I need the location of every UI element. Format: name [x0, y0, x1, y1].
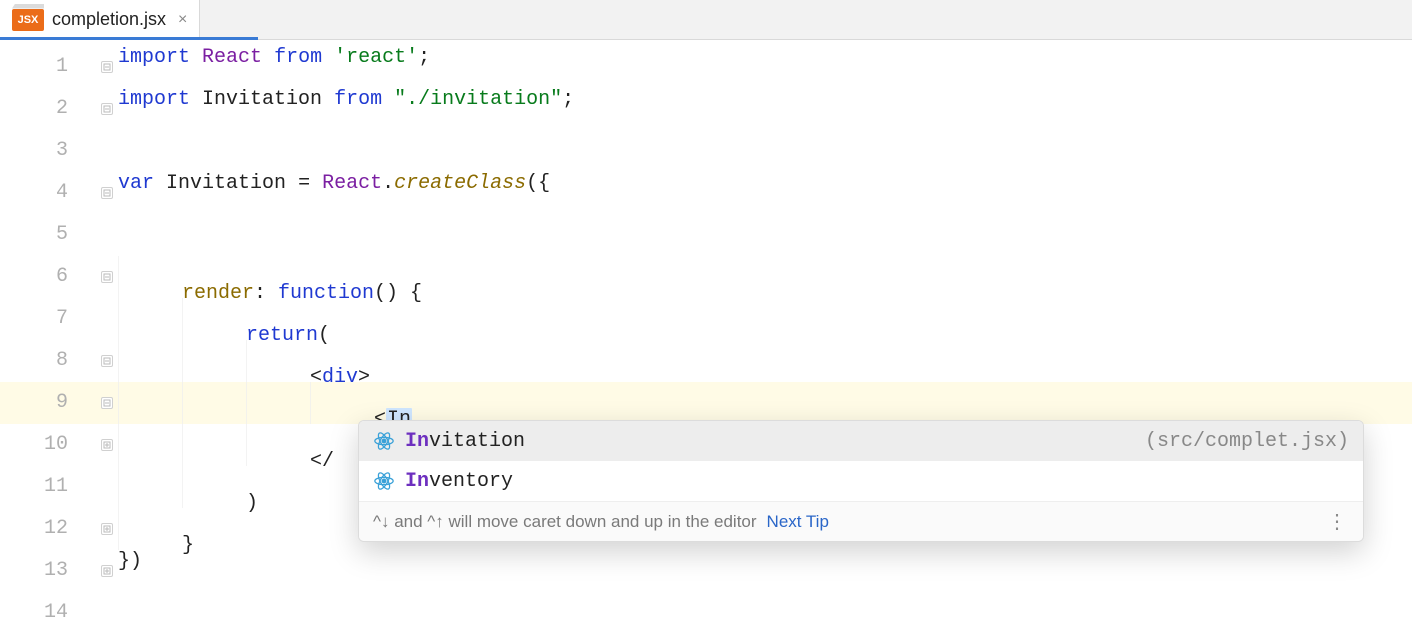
code-line[interactable]: import React from 'react'; — [118, 46, 1412, 88]
completion-popup: Invitation (src/complet.jsx) Inventory ^… — [358, 420, 1364, 542]
line-number: 11 — [0, 466, 96, 508]
code-line[interactable]: import Invitation from "./invitation"; — [118, 88, 1412, 130]
completion-label: Invitation — [405, 430, 525, 453]
code-line[interactable] — [118, 214, 1412, 256]
line-number: 9 — [0, 382, 96, 424]
fold-column — [96, 40, 118, 628]
line-number: 5 — [0, 214, 96, 256]
fold-marker[interactable] — [96, 46, 118, 88]
code-line[interactable]: render: function() { — [118, 256, 1412, 298]
code-area[interactable]: import React from 'react'; import Invita… — [118, 40, 1412, 628]
line-number: 8 — [0, 340, 96, 382]
tab-bar: JSX completion.jsx × — [0, 0, 1412, 40]
close-icon[interactable]: × — [178, 11, 187, 29]
code-line[interactable]: var Invitation = React.createClass({ — [118, 172, 1412, 214]
react-icon — [373, 430, 395, 452]
kebab-icon[interactable]: ⋮ — [1327, 509, 1349, 534]
completion-item[interactable]: Invitation (src/complet.jsx) — [359, 421, 1363, 461]
code-line[interactable]: return( — [118, 298, 1412, 340]
fold-marker[interactable] — [96, 172, 118, 214]
fold-marker[interactable] — [96, 382, 118, 424]
next-tip-link[interactable]: Next Tip — [767, 512, 829, 532]
line-number: 4 — [0, 172, 96, 214]
line-number: 1 — [0, 46, 96, 88]
fold-marker[interactable] — [96, 550, 118, 592]
line-number: 6 — [0, 256, 96, 298]
fold-marker[interactable] — [96, 256, 118, 298]
line-number: 7 — [0, 298, 96, 340]
gutter: 1 2 3 4 5 6 7 8 9 10 11 12 13 14 — [0, 40, 96, 628]
code-line-active[interactable]: <In — [118, 382, 1412, 424]
fold-marker[interactable] — [96, 424, 118, 466]
completion-hint: ^↓ and ^↑ will move caret down and up in… — [373, 512, 757, 532]
fold-marker[interactable] — [96, 340, 118, 382]
completion-tail: (src/complet.jsx) — [1145, 430, 1349, 453]
editor-tab[interactable]: JSX completion.jsx × — [0, 0, 200, 39]
code-line[interactable]: <div> — [118, 340, 1412, 382]
code-line[interactable] — [118, 130, 1412, 172]
fold-marker[interactable] — [96, 88, 118, 130]
line-number: 3 — [0, 130, 96, 172]
line-number: 2 — [0, 88, 96, 130]
line-number: 13 — [0, 550, 96, 592]
completion-footer: ^↓ and ^↑ will move caret down and up in… — [359, 501, 1363, 541]
line-number: 14 — [0, 592, 96, 628]
completion-label: Inventory — [405, 470, 513, 493]
code-line[interactable]: }) — [118, 550, 1412, 592]
react-icon — [373, 470, 395, 492]
fold-marker[interactable] — [96, 508, 118, 550]
jsx-file-icon: JSX — [12, 9, 44, 31]
editor: 1 2 3 4 5 6 7 8 9 10 11 12 13 14 import … — [0, 40, 1412, 628]
line-number: 10 — [0, 424, 96, 466]
code-line[interactable] — [118, 592, 1412, 628]
line-number: 12 — [0, 508, 96, 550]
tab-filename: completion.jsx — [52, 9, 166, 30]
completion-item[interactable]: Inventory — [359, 461, 1363, 501]
